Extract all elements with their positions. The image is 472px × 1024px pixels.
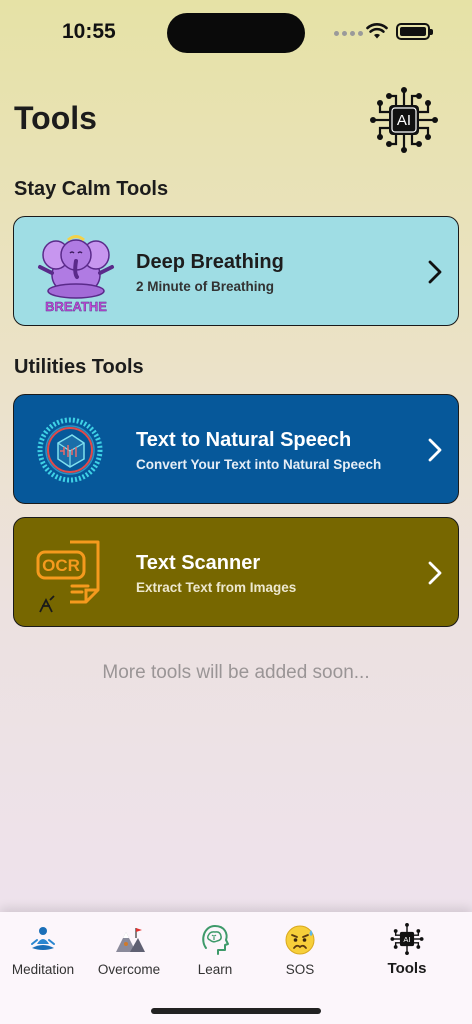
chevron-right-icon — [428, 260, 442, 284]
page-title: Tools — [14, 100, 97, 136]
text-to-speech-subtitle: Convert Your Text into Natural Speech — [136, 457, 382, 472]
tab-label-learn: Learn — [197, 962, 233, 977]
chevron-right-icon — [428, 438, 442, 462]
tab-sos[interactable]: SOS — [257, 922, 343, 977]
section-title-utilities: Utilities Tools — [14, 356, 144, 378]
mountain-flag-icon — [116, 928, 145, 952]
breathe-thumb-text: BREATHE — [45, 299, 107, 314]
ai-badge-text: AI — [397, 112, 411, 129]
tab-label-overcome: Overcome — [97, 962, 161, 977]
cellular-signal-icon — [334, 31, 363, 36]
text-to-speech-card[interactable]: Text to Natural Speech Convert Your Text… — [13, 394, 459, 504]
deep-breathing-subtitle: 2 Minute of Breathing — [136, 279, 274, 294]
tab-meditation[interactable]: Meditation — [0, 922, 86, 977]
ocr-thumb-text: OCR — [42, 556, 80, 575]
ai-chip-icon[interactable]: AI — [368, 86, 440, 154]
text-scanner-subtitle: Extract Text from Images — [136, 580, 297, 595]
tab-tools[interactable]: AI Tools — [364, 922, 450, 977]
tab-learn[interactable]: Learn — [172, 922, 258, 977]
more-tools-note: More tools will be added soon... — [102, 662, 370, 683]
speech-cube-icon — [37, 417, 103, 483]
tab-ai-badge-text: AI — [403, 935, 410, 944]
home-indicator[interactable] — [151, 1008, 321, 1014]
section-title-stay-calm: Stay Calm Tools — [14, 178, 169, 200]
ai-chip-icon: AI — [390, 922, 424, 956]
deep-breathing-title: Deep Breathing — [136, 251, 284, 273]
text-to-speech-title: Text to Natural Speech — [136, 429, 352, 451]
elephant-breathe-icon: BREATHE — [38, 235, 114, 314]
worried-face-icon — [285, 925, 315, 955]
status-time: 10:55 — [62, 20, 116, 43]
tab-label-meditation: Meditation — [11, 962, 75, 977]
tab-label-tools: Tools — [387, 960, 427, 977]
brain-head-icon — [202, 925, 229, 955]
deep-breathing-card[interactable]: BREATHE Deep Breathing 2 Minute of Breat… — [13, 216, 459, 326]
tab-overcome[interactable]: Overcome — [86, 922, 172, 977]
ocr-scan-icon: OCR — [36, 540, 100, 613]
status-bar: 10:55 — [0, 0, 472, 64]
battery-icon — [396, 23, 433, 40]
dynamic-island — [167, 13, 305, 53]
tab-label-sos: SOS — [285, 962, 315, 977]
text-scanner-title: Text Scanner — [136, 552, 261, 574]
meditation-icon — [31, 927, 55, 950]
text-scanner-card[interactable]: OCR Text Scanner Extract Text from Image… — [13, 517, 459, 627]
chevron-right-icon — [428, 561, 442, 585]
wifi-icon — [366, 23, 388, 39]
